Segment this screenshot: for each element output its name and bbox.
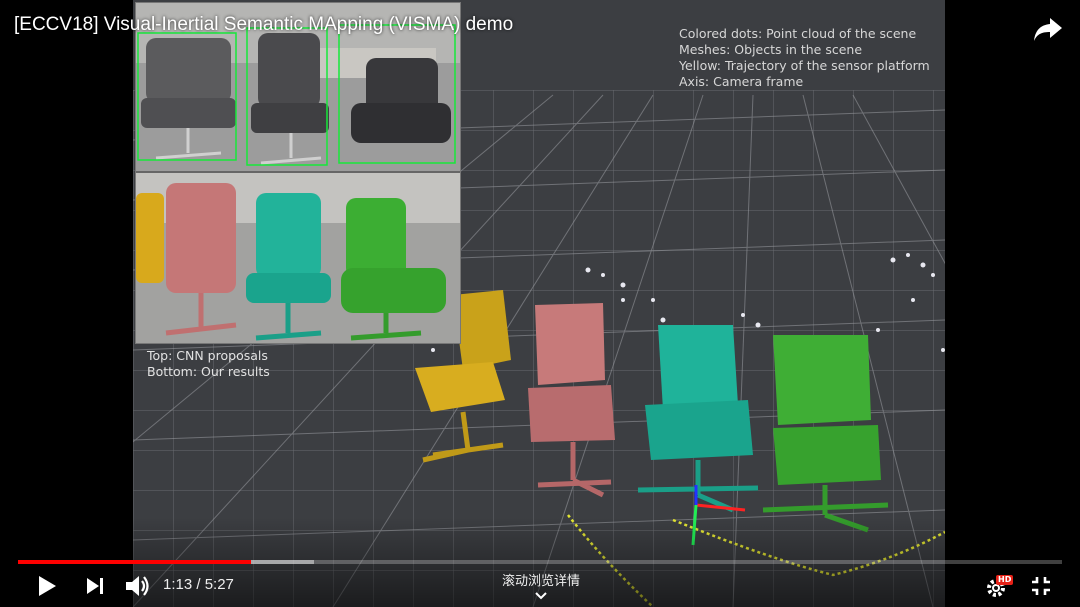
control-bar: 1:13 / 5:27 滚动浏览详情 bbox=[0, 568, 1080, 604]
inset-caption-line: Bottom: Our results bbox=[147, 364, 270, 379]
exit-fullscreen-button[interactable] bbox=[1026, 572, 1056, 600]
video-frame[interactable]: Colored dots: Point cloud of the scene M… bbox=[133, 0, 945, 607]
scroll-for-details-button[interactable]: 滚动浏览详情 bbox=[496, 570, 586, 600]
legend-line: Yellow: Trajectory of the sensor platfor… bbox=[679, 58, 930, 73]
legend-line: Colored dots: Point cloud of the scene bbox=[679, 26, 917, 41]
scroll-hint-label: 滚动浏览详情 bbox=[501, 574, 580, 589]
play-button[interactable] bbox=[32, 572, 62, 600]
volume-button[interactable] bbox=[122, 572, 152, 600]
exit-fullscreen-icon bbox=[1032, 577, 1050, 595]
play-icon bbox=[39, 576, 56, 596]
legend: Colored dots: Point cloud of the scene M… bbox=[679, 26, 930, 90]
hd-badge: HD bbox=[996, 575, 1014, 585]
share-button[interactable] bbox=[1032, 14, 1064, 44]
progress-bar[interactable] bbox=[18, 560, 1062, 564]
legend-line: Meshes: Objects in the scene bbox=[679, 42, 863, 57]
volume-icon bbox=[126, 576, 149, 596]
next-button[interactable] bbox=[80, 572, 110, 600]
time-display: 1:13 / 5:27 bbox=[163, 576, 234, 593]
result-chair-yellow bbox=[136, 193, 164, 283]
inset-caption-line: Top: CNN proposals bbox=[147, 348, 268, 363]
inset-comparison-panel bbox=[135, 2, 461, 344]
legend-line: Axis: Camera frame bbox=[679, 74, 804, 89]
inset-caption: Top: CNN proposals Bottom: Our results bbox=[147, 348, 270, 380]
share-arrow-icon bbox=[1034, 18, 1062, 41]
progress-played bbox=[18, 560, 251, 564]
chevron-down-icon bbox=[535, 592, 547, 600]
video-player[interactable]: Colored dots: Point cloud of the scene M… bbox=[0, 0, 1080, 607]
inset-images bbox=[136, 3, 460, 343]
next-icon bbox=[87, 578, 103, 594]
video-title[interactable]: [ECCV18] Visual-Inertial Semantic MAppin… bbox=[14, 14, 513, 36]
